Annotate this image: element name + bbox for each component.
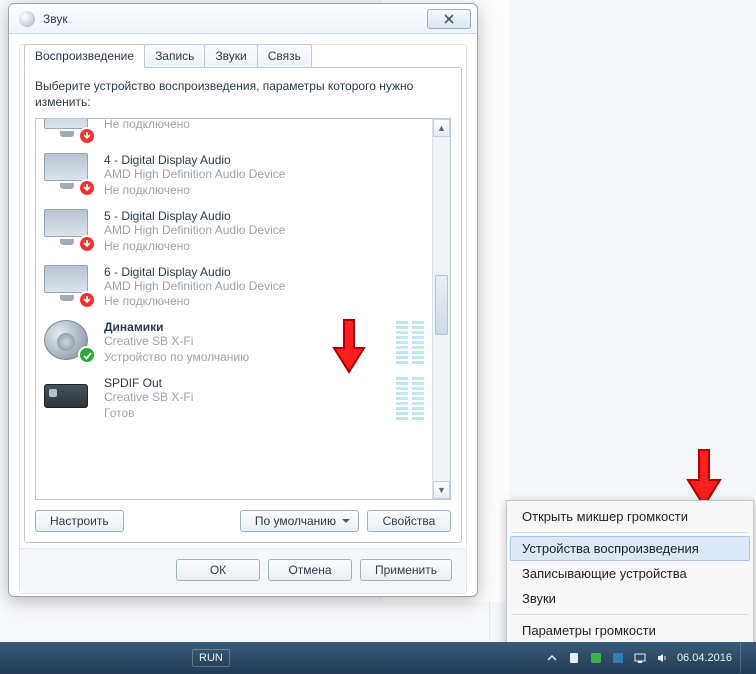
tab-communications[interactable]: Связь bbox=[257, 44, 312, 68]
properties-button[interactable]: Свойства bbox=[367, 510, 451, 532]
titlebar[interactable]: Звук bbox=[9, 4, 477, 34]
tab-sounds[interactable]: Звуки bbox=[204, 44, 257, 68]
show-desktop-button[interactable] bbox=[740, 643, 750, 673]
device-text: SPDIF OutCreative SB X-FiГотов bbox=[104, 376, 390, 420]
context-menu-item[interactable]: Записывающие устройства bbox=[510, 561, 750, 586]
apply-button[interactable]: Применить bbox=[360, 559, 452, 581]
system-icon bbox=[19, 11, 35, 27]
default-badge-icon bbox=[78, 346, 96, 364]
context-menu-separator bbox=[512, 532, 748, 533]
device-text: AMD High Definition Audio DeviceНе подкл… bbox=[104, 119, 424, 141]
context-menu-separator bbox=[512, 614, 748, 615]
instruction-text: Выберите устройство воспроизведения, пар… bbox=[35, 78, 451, 110]
device-row[interactable]: SPDIF OutCreative SB X-FiГотов bbox=[36, 370, 432, 426]
device-status: Не подключено bbox=[104, 239, 424, 253]
scroll-up-button[interactable]: ▲ bbox=[433, 119, 450, 137]
dialog-body: Воспроизведение Запись Звуки Связь Выбер… bbox=[19, 44, 467, 594]
tab-panel-playback: Выберите устройство воспроизведения, пар… bbox=[24, 67, 462, 543]
close-icon bbox=[443, 13, 455, 25]
unplugged-badge-icon bbox=[78, 179, 96, 197]
monitor-icon bbox=[44, 153, 92, 193]
device-subtitle: AMD High Definition Audio Device bbox=[104, 279, 424, 295]
tray-action-center-icon[interactable] bbox=[567, 651, 581, 665]
monitor-icon bbox=[44, 265, 92, 305]
cancel-button[interactable]: Отмена bbox=[268, 559, 352, 581]
device-row[interactable]: 5 - Digital Display AudioAMD High Defini… bbox=[36, 203, 432, 259]
monitor-icon bbox=[44, 119, 92, 141]
spdif-icon bbox=[44, 376, 92, 416]
device-text: 5 - Digital Display AudioAMD High Defini… bbox=[104, 209, 424, 253]
ok-button[interactable]: ОК bbox=[176, 559, 260, 581]
tabs: Воспроизведение Запись Звуки Связь bbox=[20, 44, 466, 68]
device-row[interactable]: AMD High Definition Audio DeviceНе подкл… bbox=[36, 119, 432, 147]
context-menu-item[interactable]: Открыть микшер громкости bbox=[510, 504, 750, 529]
tray-context-menu: Открыть микшер громкости Устройства воспр… bbox=[506, 500, 754, 647]
device-text: 4 - Digital Display AudioAMD High Defini… bbox=[104, 153, 424, 197]
device-name: SPDIF Out bbox=[104, 376, 390, 390]
device-status: Не подключено bbox=[104, 183, 424, 197]
monitor-icon bbox=[44, 209, 92, 249]
taskbar-date: 06.04.2016 bbox=[677, 652, 732, 664]
context-menu-item[interactable]: Звуки bbox=[510, 586, 750, 611]
sound-dialog: Звук Воспроизведение Запись Звуки Связь … bbox=[8, 3, 478, 597]
device-subtitle: AMD High Definition Audio Device bbox=[104, 223, 424, 239]
scroll-down-button[interactable]: ▼ bbox=[433, 481, 450, 499]
annotation-arrow-1 bbox=[332, 318, 366, 374]
device-row[interactable]: 6 - Digital Display AudioAMD High Defini… bbox=[36, 259, 432, 315]
device-row[interactable]: ДинамикиCreative SB X-FiУстройство по ум… bbox=[36, 314, 432, 370]
scroll-thumb[interactable] bbox=[435, 275, 448, 335]
device-name: 6 - Digital Display Audio bbox=[104, 265, 424, 279]
scroll-track[interactable] bbox=[433, 137, 450, 481]
system-tray[interactable] bbox=[545, 651, 669, 665]
vu-meter bbox=[394, 376, 424, 420]
speaker-icon bbox=[44, 320, 92, 360]
unplugged-badge-icon bbox=[78, 127, 96, 145]
device-name: 5 - Digital Display Audio bbox=[104, 209, 424, 223]
tray-app-icon-1[interactable] bbox=[589, 651, 603, 665]
device-status: Не подключено bbox=[104, 294, 424, 308]
context-menu-item[interactable]: Устройства воспроизведения bbox=[510, 536, 750, 561]
set-default-button[interactable]: По умолчанию bbox=[240, 510, 359, 532]
taskbar-clock[interactable]: 06.04.2016 bbox=[677, 652, 732, 664]
language-indicator[interactable]: RUN bbox=[192, 649, 230, 667]
device-status: Готов bbox=[104, 406, 390, 420]
device-subtitle: AMD High Definition Audio Device bbox=[104, 167, 424, 183]
unplugged-badge-icon bbox=[78, 291, 96, 309]
tray-app-icon-2[interactable] bbox=[611, 651, 625, 665]
taskbar[interactable]: RUN 06.04.2016 bbox=[0, 642, 756, 674]
tray-volume-icon[interactable] bbox=[655, 651, 669, 665]
tab-recording[interactable]: Запись bbox=[144, 44, 205, 68]
dialog-title: Звук bbox=[43, 12, 427, 26]
device-name: 4 - Digital Display Audio bbox=[104, 153, 424, 167]
device-row[interactable]: 4 - Digital Display AudioAMD High Defini… bbox=[36, 147, 432, 203]
device-list-wrap: AMD High Definition Audio DeviceНе подкл… bbox=[35, 118, 451, 500]
device-status: Не подключено bbox=[104, 119, 424, 131]
device-button-row: Настроить По умолчанию Свойства bbox=[35, 510, 451, 532]
unplugged-badge-icon bbox=[78, 235, 96, 253]
device-list[interactable]: AMD High Definition Audio DeviceНе подкл… bbox=[36, 119, 432, 499]
annotation-arrow-2 bbox=[686, 448, 722, 508]
scrollbar[interactable]: ▲ ▼ bbox=[432, 119, 450, 499]
tab-playback[interactable]: Воспроизведение bbox=[24, 44, 145, 68]
tray-network-icon[interactable] bbox=[633, 651, 647, 665]
close-button[interactable] bbox=[427, 9, 471, 29]
device-subtitle: Creative SB X-Fi bbox=[104, 390, 390, 406]
context-menu-item[interactable]: Параметры громкости bbox=[510, 618, 750, 643]
device-text: 6 - Digital Display AudioAMD High Defini… bbox=[104, 265, 424, 309]
tray-chevron-icon[interactable] bbox=[545, 651, 559, 665]
vu-meter bbox=[394, 320, 424, 364]
dialog-button-row: ОК Отмена Применить bbox=[20, 548, 466, 593]
configure-button[interactable]: Настроить bbox=[35, 510, 124, 532]
